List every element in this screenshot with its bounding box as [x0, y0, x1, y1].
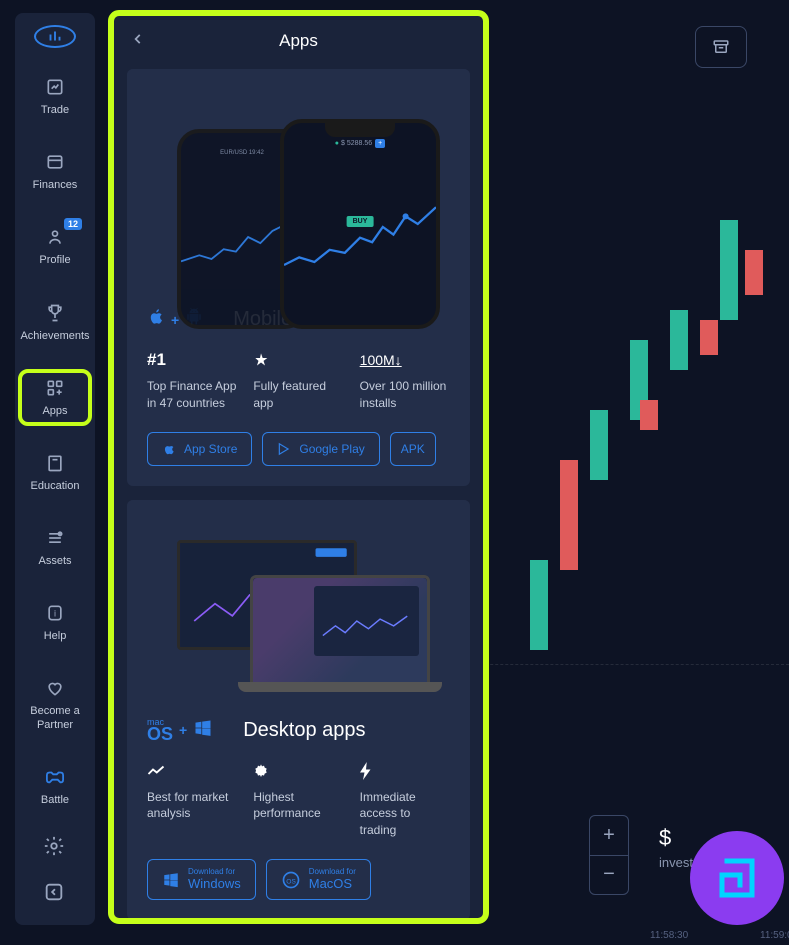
sidebar: Trade Finances 12 Profile Achievements A…	[15, 13, 95, 925]
nav-label: Achievements	[20, 330, 89, 343]
stepper-plus[interactable]: +	[590, 816, 628, 856]
gear-icon	[253, 761, 343, 781]
battle-icon	[44, 766, 66, 788]
help-icon: i	[44, 602, 66, 624]
amount-stepper[interactable]: + −	[589, 815, 629, 895]
feature-desc: Over 100 million installs	[360, 378, 450, 412]
nav-label: Trade	[41, 104, 69, 117]
collapse-button[interactable]	[43, 881, 67, 905]
nav-apps[interactable]: Apps	[20, 371, 90, 424]
app-store-button[interactable]: App Store	[147, 432, 252, 466]
stepper-minus[interactable]: −	[590, 856, 628, 895]
star-icon	[253, 350, 343, 370]
finances-icon	[44, 151, 66, 173]
svg-text:i: i	[54, 609, 56, 619]
apps-icon	[44, 377, 66, 399]
desktop-apps-card: mac OS + Desktop apps Best for market an…	[127, 500, 470, 920]
nav-partner[interactable]: Become a Partner	[20, 671, 90, 737]
invest-label: invest	[659, 855, 693, 870]
nav-label: Profile	[39, 254, 70, 267]
achievements-icon	[44, 302, 66, 324]
nav-help[interactable]: i Help	[20, 596, 90, 649]
nav-achievements[interactable]: Achievements	[20, 296, 90, 349]
settings-button[interactable]	[43, 835, 67, 859]
profile-icon	[44, 226, 66, 248]
nav-label: Finances	[33, 179, 78, 192]
desktop-card-title: Desktop apps	[243, 719, 365, 742]
assets-icon	[44, 527, 66, 549]
feature-desc: Highest performance	[253, 789, 343, 823]
profile-badge: 12	[64, 218, 82, 230]
trade-icon	[44, 76, 66, 98]
nav-education[interactable]: Education	[20, 446, 90, 499]
nav-label: Become a Partner	[20, 705, 90, 731]
nav-label: Education	[31, 480, 80, 493]
nav-trade[interactable]: Trade	[20, 70, 90, 123]
mobile-apps-card: EUR/USD 19:42 ●$ 5288.56+ BUY	[127, 69, 470, 486]
feature-desc: Immediate access to trading	[360, 789, 450, 839]
apk-button[interactable]: APK	[390, 432, 436, 466]
windows-download-button[interactable]: Download for Windows	[147, 859, 256, 900]
feature-stat: #1	[147, 350, 237, 370]
nav-battle[interactable]: Battle	[20, 760, 90, 813]
svg-text:OS: OS	[286, 878, 296, 885]
archive-button[interactable]	[695, 26, 747, 68]
plus-icon: +	[179, 722, 187, 738]
floating-action-button[interactable]	[690, 831, 784, 925]
feature-desc: Fully featured app	[253, 378, 343, 412]
nav-label: Assets	[38, 555, 71, 568]
mobile-mockup: EUR/USD 19:42 ●$ 5288.56+ BUY	[127, 69, 470, 289]
education-icon	[44, 452, 66, 474]
windows-icon	[193, 718, 213, 743]
nav-label: Apps	[42, 405, 67, 418]
feature-desc: Top Finance App in 47 countries	[147, 378, 237, 412]
apple-icon	[147, 307, 165, 332]
macos-icon: mac OS	[147, 718, 173, 742]
google-play-button[interactable]: Google Play	[262, 432, 379, 466]
apps-panel: Apps EUR/USD 19:42 ●$ 5288.56+ BUY	[111, 13, 486, 921]
nav-label: Battle	[41, 794, 69, 807]
desktop-mockup	[127, 500, 470, 700]
feature-stat: 100M↓	[360, 350, 450, 370]
nav-profile[interactable]: 12 Profile	[20, 220, 90, 273]
heart-icon	[44, 677, 66, 699]
panel-title: Apps	[131, 31, 466, 51]
app-logo[interactable]	[34, 25, 76, 48]
invest-amount: $	[659, 825, 671, 851]
feature-desc: Best for market analysis	[147, 789, 237, 823]
nav-label: Help	[44, 630, 67, 643]
nav-assets[interactable]: Assets	[20, 521, 90, 574]
nav-finances[interactable]: Finances	[20, 145, 90, 198]
trend-icon	[147, 761, 237, 781]
bolt-icon	[360, 761, 450, 781]
macos-download-button[interactable]: OS Download for MacOS	[266, 859, 371, 900]
